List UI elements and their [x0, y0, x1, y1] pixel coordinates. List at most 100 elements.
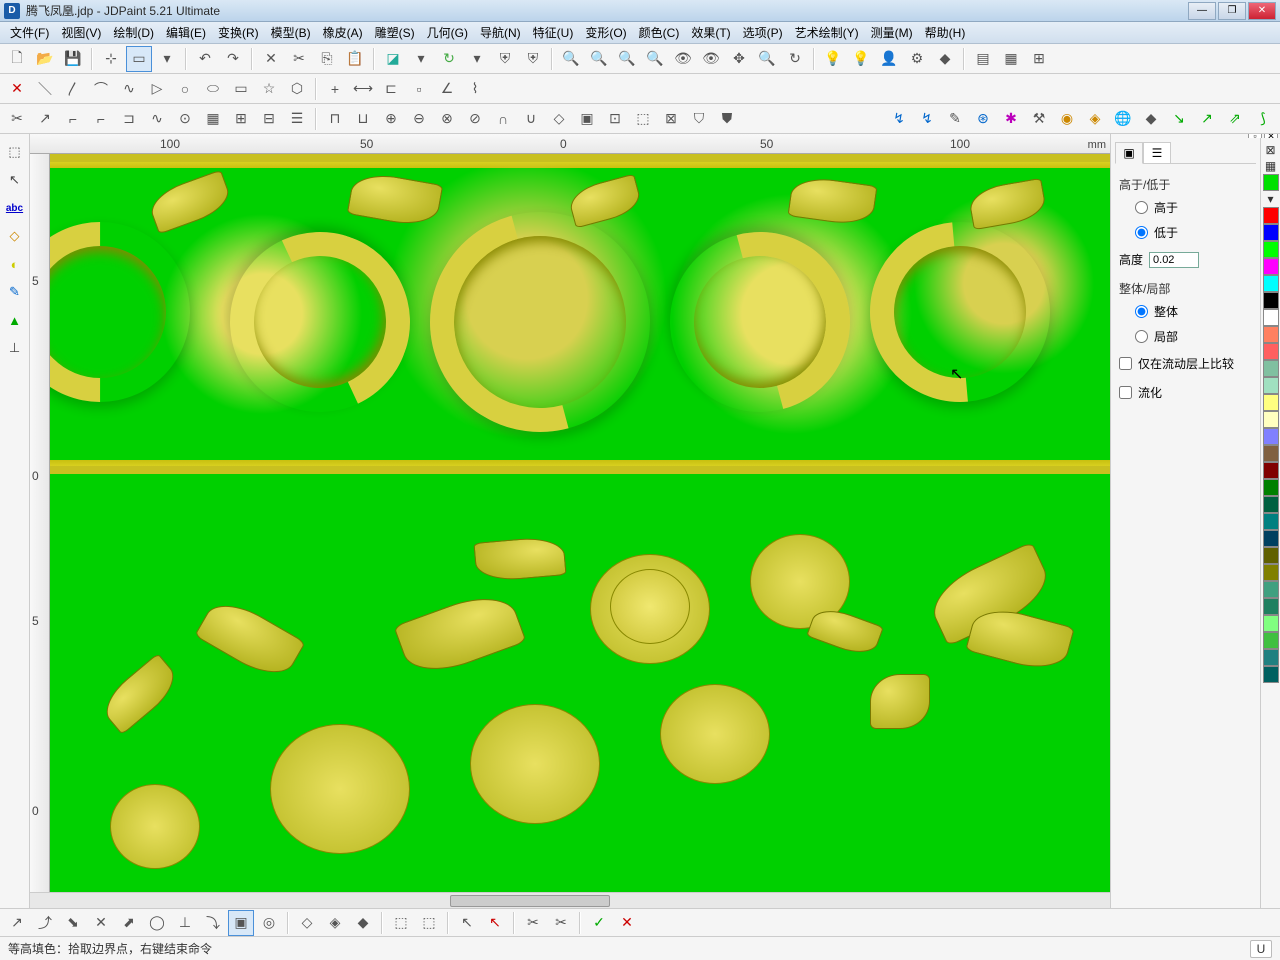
lt-text-icon[interactable]: abc: [2, 195, 28, 221]
menu-file[interactable]: 文件(F): [4, 22, 55, 43]
rt7-icon[interactable]: ◉: [1054, 106, 1080, 132]
bt3-icon[interactable]: ⬊: [60, 910, 86, 936]
polyline-icon[interactable]: 〳: [60, 76, 86, 102]
bt10-icon[interactable]: ◎: [256, 910, 282, 936]
ungroup-icon[interactable]: ⊟: [256, 106, 282, 132]
op7-icon[interactable]: ∩: [490, 106, 516, 132]
cube-icon[interactable]: ◪: [380, 46, 406, 72]
copy-icon[interactable]: ⎘: [314, 46, 340, 72]
menu-art[interactable]: 艺术绘制(Y): [789, 22, 865, 43]
bt16-icon[interactable]: ↖: [454, 910, 480, 936]
check-liquefy[interactable]: 流化: [1119, 384, 1252, 401]
menu-feature[interactable]: 特征(U): [527, 22, 580, 43]
dim-icon[interactable]: ⟷: [350, 76, 376, 102]
op8-icon[interactable]: ∪: [518, 106, 544, 132]
radio-part[interactable]: 局部: [1135, 328, 1256, 345]
lt-arrow-icon[interactable]: ↖: [2, 167, 28, 193]
tab-props[interactable]: ▣: [1115, 142, 1143, 164]
shield4-icon[interactable]: ⛊: [714, 106, 740, 132]
check-flow-layer[interactable]: 仅在流动层上比较: [1119, 355, 1252, 372]
color-swatch[interactable]: [1263, 343, 1279, 360]
color-swatch[interactable]: [1263, 462, 1279, 479]
snap-icon[interactable]: ⊹: [98, 46, 124, 72]
status-u-button[interactable]: U: [1250, 940, 1272, 958]
color-swatch[interactable]: [1263, 615, 1279, 632]
spiral-icon[interactable]: ⊙: [172, 106, 198, 132]
eye2-icon[interactable]: 👁: [698, 46, 724, 72]
ellipse-icon[interactable]: ⬭: [200, 76, 226, 102]
triangle-icon[interactable]: ▷: [144, 76, 170, 102]
color-swatch[interactable]: [1263, 411, 1279, 428]
rt5-icon[interactable]: ✱: [998, 106, 1024, 132]
color-swatch[interactable]: [1263, 445, 1279, 462]
menu-deform[interactable]: 变形(O): [579, 22, 632, 43]
color-swatch[interactable]: [1263, 598, 1279, 615]
color-swatch[interactable]: [1263, 360, 1279, 377]
menu-measure[interactable]: 测量(M): [865, 22, 919, 43]
color-swatch[interactable]: [1263, 581, 1279, 598]
rt12-icon[interactable]: ↗: [1194, 106, 1220, 132]
lt-paint-icon[interactable]: ◐: [2, 251, 28, 277]
menu-help[interactable]: 帮助(H): [919, 22, 972, 43]
bt7-icon[interactable]: ⊥: [172, 910, 198, 936]
trim-icon[interactable]: ✂: [4, 106, 30, 132]
bt20-icon[interactable]: ✓: [586, 910, 612, 936]
fillet-icon[interactable]: ⌐: [88, 106, 114, 132]
minimize-button[interactable]: —: [1188, 2, 1216, 20]
menu-view[interactable]: 视图(V): [55, 22, 107, 43]
offset-icon[interactable]: ⊐: [116, 106, 142, 132]
bt5-icon[interactable]: ⬈: [116, 910, 142, 936]
new-icon[interactable]: 🗋: [4, 46, 30, 72]
curve-icon[interactable]: ∿: [116, 76, 142, 102]
lt-select-icon[interactable]: ⬚: [2, 139, 28, 165]
color-swatch[interactable]: [1263, 309, 1279, 326]
color-swatch[interactable]: [1263, 547, 1279, 564]
gear-icon[interactable]: ⚙: [904, 46, 930, 72]
menu-sculpt[interactable]: 雕塑(S): [369, 22, 421, 43]
polygon-icon[interactable]: ⬡: [284, 76, 310, 102]
bt13-icon[interactable]: ◆: [350, 910, 376, 936]
cancel-icon[interactable]: ✕: [4, 76, 30, 102]
shield-icon[interactable]: ⛨: [492, 46, 518, 72]
color-swatch[interactable]: [1263, 666, 1279, 683]
op9-icon[interactable]: ◇: [546, 106, 572, 132]
lt-pen-icon[interactable]: ✎: [2, 279, 28, 305]
undo-icon[interactable]: ↶: [192, 46, 218, 72]
grid-icon[interactable]: ▦: [998, 46, 1024, 72]
circle-icon[interactable]: ○: [172, 76, 198, 102]
color-swatch[interactable]: [1263, 632, 1279, 649]
bt14-icon[interactable]: ⬚: [388, 910, 414, 936]
color-swatch[interactable]: [1263, 258, 1279, 275]
box-icon[interactable]: ▫: [406, 76, 432, 102]
color-swatch[interactable]: [1263, 224, 1279, 241]
rt9-icon[interactable]: 🌐: [1110, 106, 1136, 132]
color-swatch[interactable]: [1263, 326, 1279, 343]
rt2-icon[interactable]: ↯: [914, 106, 940, 132]
menu-eraser[interactable]: 橡皮(A): [317, 22, 369, 43]
menu-model[interactable]: 模型(B): [265, 22, 317, 43]
op2-icon[interactable]: ⊔: [350, 106, 376, 132]
menu-draw[interactable]: 绘制(D): [107, 22, 160, 43]
color-swatch[interactable]: [1263, 174, 1279, 191]
op12-icon[interactable]: ⬚: [630, 106, 656, 132]
op5-icon[interactable]: ⊗: [434, 106, 460, 132]
op11-icon[interactable]: ⊡: [602, 106, 628, 132]
color-swatch[interactable]: [1263, 649, 1279, 666]
cross-icon[interactable]: +: [322, 76, 348, 102]
scrollbar-h[interactable]: [30, 892, 1110, 908]
color-swatch[interactable]: [1263, 513, 1279, 530]
maximize-button[interactable]: ❐: [1218, 2, 1246, 20]
op1-icon[interactable]: ⊓: [322, 106, 348, 132]
align-icon[interactable]: ☰: [284, 106, 310, 132]
star-icon[interactable]: ☆: [256, 76, 282, 102]
save-icon[interactable]: 💾: [60, 46, 86, 72]
close-button[interactable]: ✕: [1248, 2, 1276, 20]
color-swatch[interactable]: [1263, 564, 1279, 581]
refresh2-icon[interactable]: ↻: [782, 46, 808, 72]
menu-transform[interactable]: 变换(R): [212, 22, 265, 43]
color-swatch[interactable]: [1263, 275, 1279, 292]
arc-icon[interactable]: ⌒: [88, 76, 114, 102]
bt2-icon[interactable]: ⤴: [32, 910, 58, 936]
bt12-icon[interactable]: ◈: [322, 910, 348, 936]
color-swatch[interactable]: [1263, 207, 1279, 224]
